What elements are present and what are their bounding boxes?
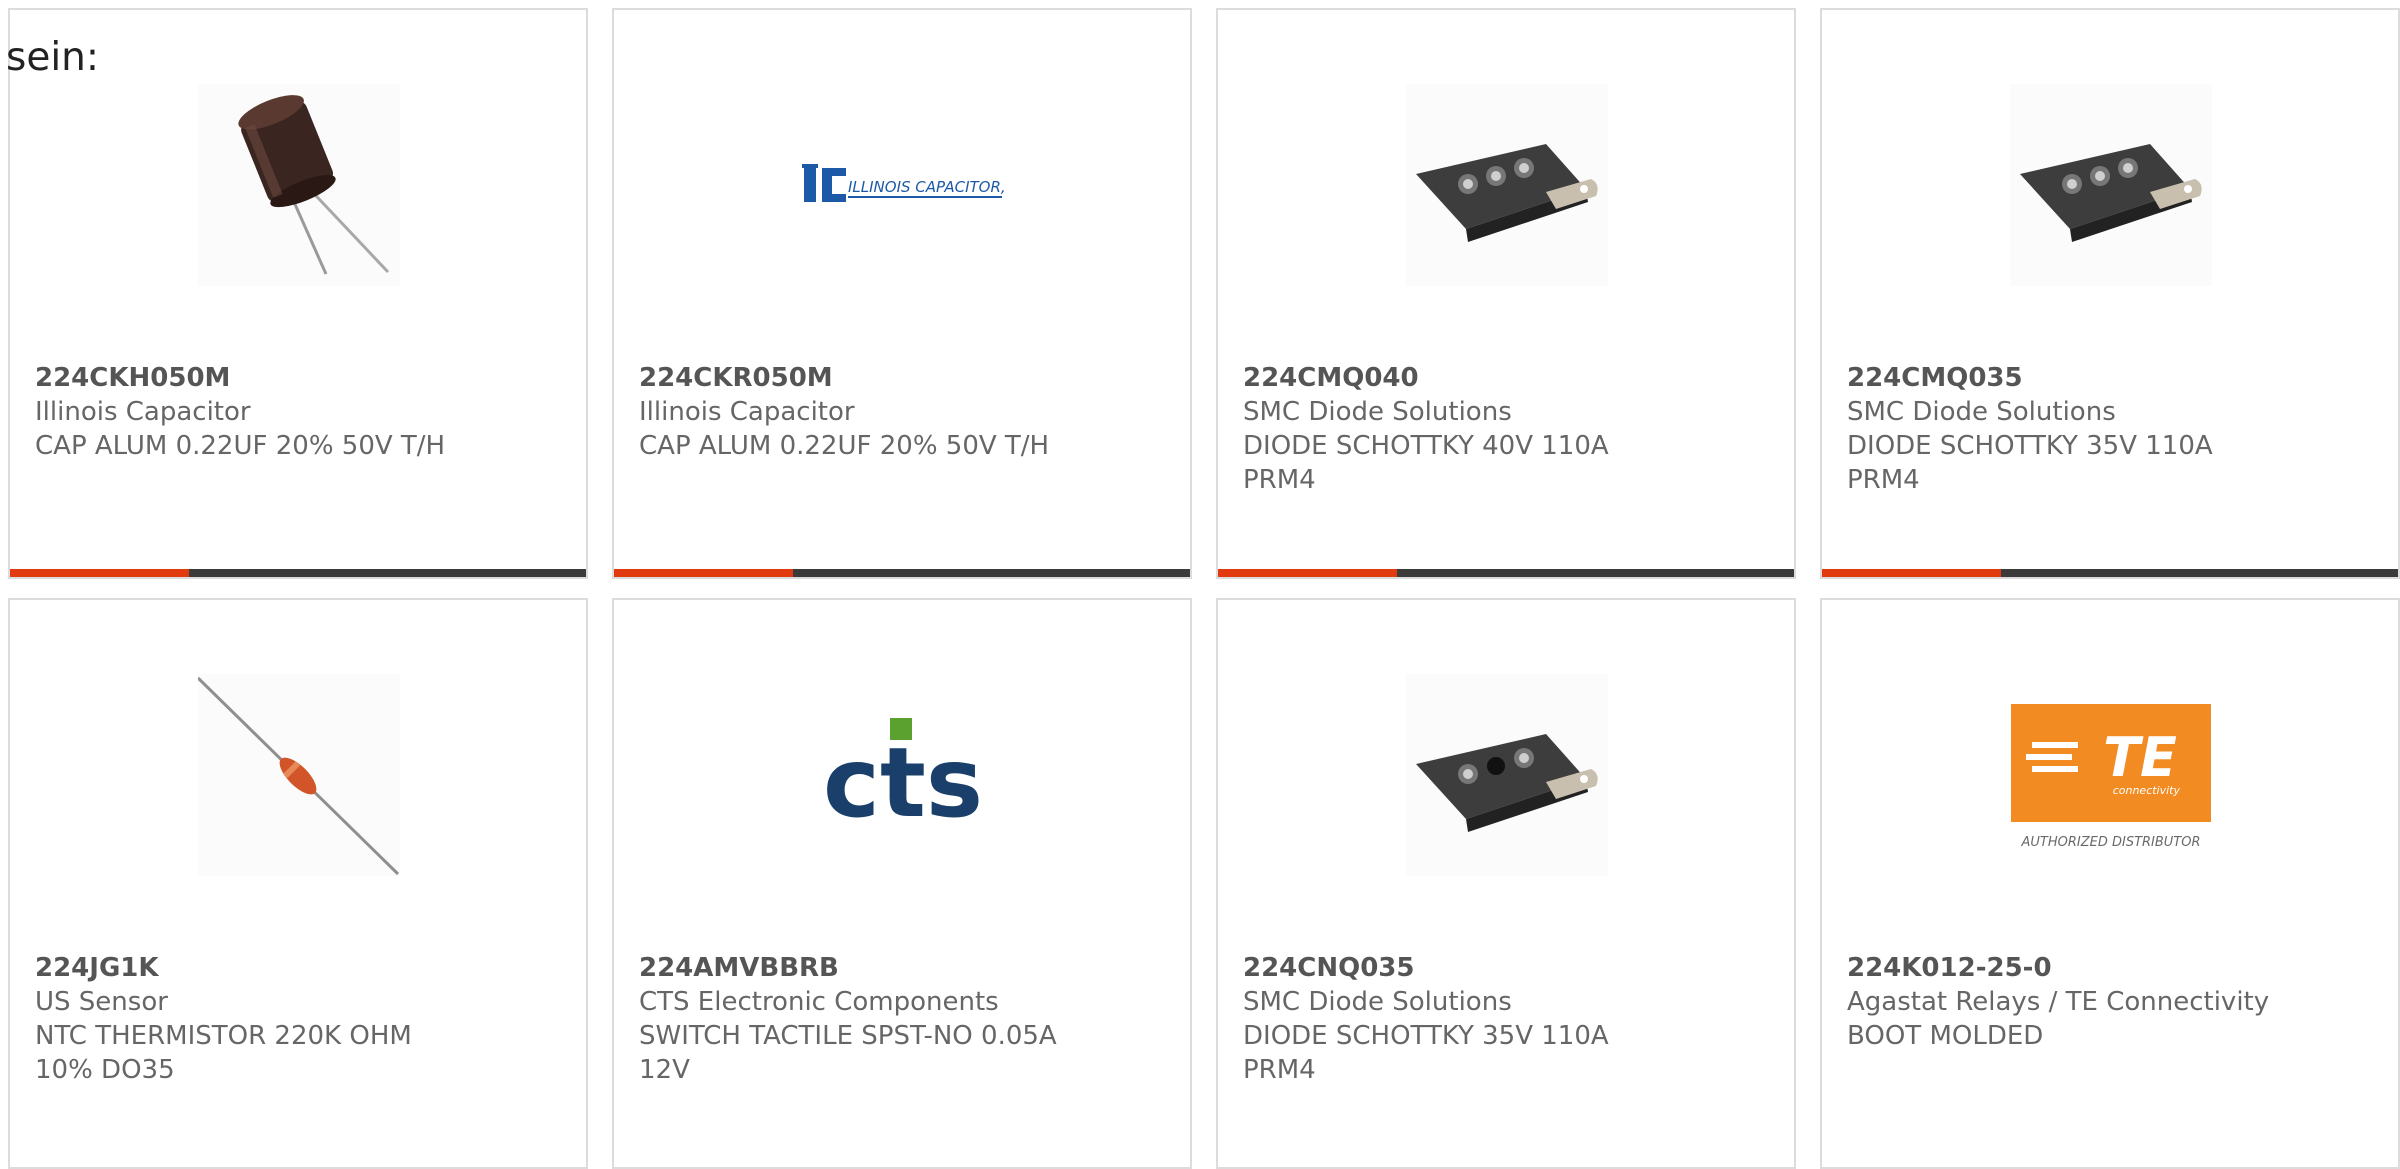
product-grid: 224CKH050M Illinois Capacitor CAP ALUM 0… xyxy=(0,0,2400,1169)
progress-bar xyxy=(1822,569,2398,577)
manufacturer: SMC Diode Solutions xyxy=(1847,397,2116,427)
part-number[interactable]: 224CNQ035 xyxy=(1243,951,1415,985)
logo-caption: AUTHORIZED DISTRIBUTOR xyxy=(2020,835,2200,850)
product-card[interactable]: 224CMQ040 SMC Diode Solutions DIODE SCHO… xyxy=(1216,8,1796,579)
product-card[interactable]: 224CMQ035 SMC Diode Solutions DIODE SCHO… xyxy=(1820,8,2400,579)
progress-bar xyxy=(10,569,586,577)
electrolytic-capacitor-image[interactable] xyxy=(198,84,400,286)
manufacturer: Agastat Relays / TE Connectivity xyxy=(1847,987,2270,1017)
manufacturer: Illinois Capacitor xyxy=(639,397,855,427)
product-card[interactable]: TE connectivity AUTHORIZED DISTRIBUTOR 2… xyxy=(1820,598,2400,1169)
progress-bar xyxy=(614,569,1190,577)
description: DIODE SCHOTTKY 40V 110A PRM4 xyxy=(1243,431,1609,495)
manufacturer: US Sensor xyxy=(35,987,168,1017)
description: CAP ALUM 0.22UF 20% 50V T/H xyxy=(639,431,1050,461)
description: SWITCH TACTILE SPST-NO 0.05A 12V xyxy=(639,1021,1057,1085)
part-number[interactable]: 224JG1K xyxy=(35,951,159,985)
progress-bar xyxy=(1218,569,1794,577)
schottky-module-image[interactable] xyxy=(2010,84,2212,286)
description: DIODE SCHOTTKY 35V 110A PRM4 xyxy=(1847,431,2213,495)
product-card[interactable]: 224JG1K US Sensor NTC THERMISTOR 220K OH… xyxy=(8,598,588,1169)
product-card[interactable]: ILLINOIS CAPACITOR, INC. 224CKR050M Illi… xyxy=(612,8,1192,579)
logo-subtext: connectivity xyxy=(2113,784,2181,797)
thermistor-image[interactable] xyxy=(198,674,400,876)
progress-fill xyxy=(1822,569,2001,577)
description: DIODE SCHOTTKY 35V 110A PRM4 xyxy=(1243,1021,1609,1085)
product-card[interactable]: 224CNQ035 SMC Diode Solutions DIODE SCHO… xyxy=(1216,598,1796,1169)
part-number[interactable]: 224AMVBBRB xyxy=(639,951,839,985)
part-number[interactable]: 224CKR050M xyxy=(639,361,833,395)
illinois-capacitor-logo[interactable]: ILLINOIS CAPACITOR, INC. xyxy=(802,84,1004,286)
part-number[interactable]: 224CMQ040 xyxy=(1243,361,1419,395)
manufacturer: Illinois Capacitor xyxy=(35,397,251,427)
manufacturer: SMC Diode Solutions xyxy=(1243,397,1512,427)
cts-logo[interactable]: cts xyxy=(802,674,1004,876)
part-number[interactable]: 224CKH050M xyxy=(35,361,230,395)
description: NTC THERMISTOR 220K OHM 10% DO35 xyxy=(35,1021,412,1085)
manufacturer: SMC Diode Solutions xyxy=(1243,987,1512,1017)
progress-fill xyxy=(1218,569,1397,577)
part-number[interactable]: 224K012-25-0 xyxy=(1847,951,2052,985)
progress-fill xyxy=(10,569,189,577)
schottky-module-image[interactable] xyxy=(1406,84,1608,286)
description: CAP ALUM 0.22UF 20% 50V T/H xyxy=(35,431,446,461)
part-number[interactable]: 224CMQ035 xyxy=(1847,361,2023,395)
product-card[interactable]: 224CKH050M Illinois Capacitor CAP ALUM 0… xyxy=(8,8,588,579)
description: BOOT MOLDED xyxy=(1847,1021,2044,1051)
logo-text: ILLINOIS CAPACITOR, INC. xyxy=(848,178,1004,196)
product-card[interactable]: cts 224AMVBBRB CTS Electronic Components… xyxy=(612,598,1192,1169)
logo-text: TE xyxy=(2103,726,2177,789)
progress-fill xyxy=(614,569,793,577)
te-connectivity-logo[interactable]: TE connectivity AUTHORIZED DISTRIBUTOR xyxy=(2010,674,2212,876)
schottky-module-image[interactable] xyxy=(1406,674,1608,876)
manufacturer: CTS Electronic Components xyxy=(639,987,999,1017)
lead-text: sein: xyxy=(6,35,100,80)
logo-text: cts xyxy=(823,727,983,839)
